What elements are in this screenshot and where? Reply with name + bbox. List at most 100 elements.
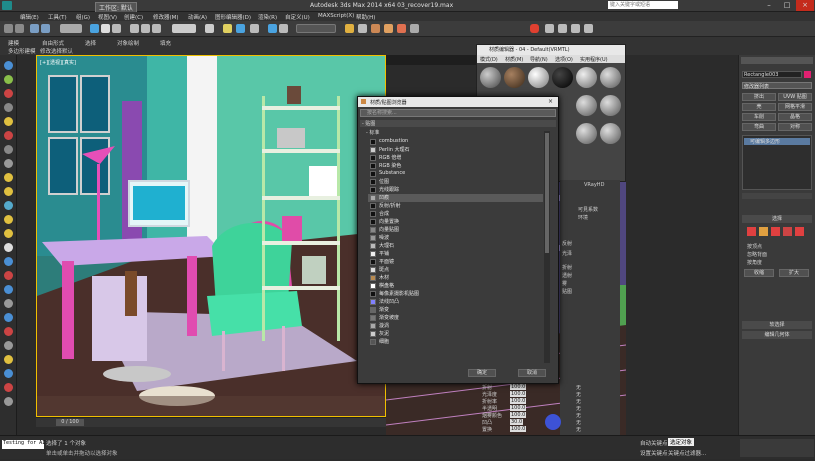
- list-item[interactable]: 斑点: [368, 266, 543, 274]
- viewport-label[interactable]: [+][透视][真实]: [40, 59, 76, 66]
- undo-icon[interactable]: [4, 24, 13, 33]
- ribbon-tab-selection[interactable]: 选择: [85, 39, 96, 47]
- list-item[interactable]: Substance: [368, 170, 543, 178]
- list-item[interactable]: 细胞: [368, 338, 543, 346]
- edit-geometry-rollout[interactable]: 编辑几何体: [742, 331, 812, 339]
- unlink-icon[interactable]: [41, 24, 50, 33]
- material-slot-10[interactable]: [600, 123, 621, 144]
- lamp-icon[interactable]: [4, 173, 13, 182]
- list-item[interactable]: 向量贴图: [368, 226, 543, 234]
- sphere-icon[interactable]: [4, 75, 13, 84]
- by-angle-checkbox[interactable]: 按角度: [747, 259, 762, 266]
- render-setup-icon[interactable]: [384, 24, 393, 33]
- ok-button[interactable]: 确定: [468, 369, 496, 377]
- menu-animation[interactable]: 动画(A): [188, 13, 207, 21]
- curve-editor-icon[interactable]: [345, 24, 354, 33]
- percent-snap-icon[interactable]: [250, 24, 259, 33]
- globe-icon[interactable]: [4, 257, 13, 266]
- material-slot-5[interactable]: [576, 67, 597, 88]
- maximize-button[interactable]: □: [778, 0, 796, 11]
- search-input[interactable]: 键入关键字或短语: [608, 1, 678, 9]
- star-icon[interactable]: [4, 355, 13, 364]
- modifier-meshsmooth-button[interactable]: 网格平滑: [778, 103, 812, 111]
- view-icon[interactable]: [4, 61, 13, 70]
- section-maps[interactable]: - 贴图: [360, 120, 556, 127]
- shrink-button[interactable]: 收缩: [744, 269, 774, 277]
- mat-menu-material[interactable]: 材质(M): [505, 56, 523, 63]
- browser-close-button[interactable]: ×: [548, 98, 553, 105]
- menu-group[interactable]: 组(G): [76, 13, 90, 21]
- ribbon-tab-freeform[interactable]: 自由形式: [42, 39, 64, 47]
- list-item[interactable]: 平面镜: [368, 258, 543, 266]
- list-item[interactable]: 反射/折射: [368, 202, 543, 210]
- mat-menu-navigation[interactable]: 导航(N): [530, 56, 548, 63]
- material-slot-3[interactable]: [528, 67, 549, 88]
- pin-icon[interactable]: [4, 89, 13, 98]
- sun-icon[interactable]: [4, 215, 13, 224]
- reference-coord-dropdown[interactable]: [172, 24, 196, 33]
- object-color-swatch[interactable]: [804, 71, 811, 78]
- target-icon[interactable]: [4, 327, 13, 336]
- close-button[interactable]: ×: [796, 0, 814, 11]
- list-item[interactable]: 法线凹凸: [368, 298, 543, 306]
- key-filters-button[interactable]: 关键点过滤器...: [668, 449, 706, 457]
- list-item[interactable]: RGB 染色: [368, 162, 543, 170]
- pivot-icon[interactable]: [205, 24, 214, 33]
- fog-icon[interactable]: [4, 313, 13, 322]
- list-item[interactable]: 每像素摄影机贴图: [368, 290, 543, 298]
- drop-icon[interactable]: [4, 369, 13, 378]
- node-icon[interactable]: [4, 103, 13, 112]
- gear-icon[interactable]: [4, 397, 13, 406]
- particle-icon[interactable]: [4, 299, 13, 308]
- browser-search-input[interactable]: 按名称搜索...: [360, 109, 556, 117]
- ribbon-polygon-modeling[interactable]: 多边形建模: [8, 47, 36, 55]
- material-slot-2[interactable]: [504, 67, 525, 88]
- mat-menu-mode[interactable]: 模式(D): [480, 56, 498, 63]
- list-item[interactable]: Perlin 大理石: [368, 146, 543, 154]
- align-icon[interactable]: [279, 24, 288, 33]
- scale-icon[interactable]: [152, 24, 161, 33]
- list-item[interactable]: 渐变坡度: [368, 314, 543, 322]
- list-item[interactable]: RGB 倍增: [368, 154, 543, 162]
- ribbon-modify-selection[interactable]: 修改选择: [40, 47, 62, 55]
- by-vertex-checkbox[interactable]: 按顶点: [747, 243, 762, 250]
- schematic-view-icon[interactable]: [358, 24, 367, 33]
- modifier-lattice-button[interactable]: 晶格: [778, 113, 812, 121]
- grow-button[interactable]: 扩大: [779, 269, 809, 277]
- rect-selection-icon[interactable]: [112, 24, 121, 33]
- modifier-lathe-button[interactable]: 车削: [742, 113, 776, 121]
- menu-tools[interactable]: 工具(T): [48, 13, 67, 21]
- app-s-icon[interactable]: [530, 24, 539, 33]
- object-name-field[interactable]: Rectangle003: [742, 71, 802, 78]
- menu-maxscript[interactable]: MAXScript(X): [318, 13, 354, 19]
- cancel-button[interactable]: 取消: [518, 369, 546, 377]
- helper-icon[interactable]: [4, 187, 13, 196]
- render-icon[interactable]: [410, 24, 419, 33]
- light-icon[interactable]: [4, 117, 13, 126]
- wrench-icon[interactable]: [4, 341, 13, 350]
- shirt-icon[interactable]: [558, 24, 567, 33]
- set-key-label[interactable]: 设置关键点: [640, 449, 668, 457]
- camera-icon[interactable]: [4, 159, 13, 168]
- move-icon[interactable]: [130, 24, 139, 33]
- list-item[interactable]: 光线跟踪: [368, 186, 543, 194]
- list-item[interactable]: 平铺: [368, 250, 543, 258]
- list-item[interactable]: combustion: [368, 138, 543, 146]
- settings-icon[interactable]: [584, 24, 593, 33]
- stack-toolbar[interactable]: [742, 193, 812, 199]
- soft-selection-rollout[interactable]: 软选择: [742, 321, 812, 329]
- material-slot-6[interactable]: [600, 67, 621, 88]
- material-slot-8[interactable]: [600, 95, 621, 116]
- browser-scrollbar[interactable]: [544, 131, 550, 363]
- time-slider[interactable]: 0 / 100: [36, 417, 386, 427]
- ribbon-tab-object-paint[interactable]: 对象绘制: [117, 39, 139, 47]
- menu-rendering[interactable]: 渲染(R): [258, 13, 277, 21]
- list-item[interactable]: 合成: [368, 210, 543, 218]
- tag-icon[interactable]: [4, 271, 13, 280]
- modifier-symmetry-button[interactable]: 对称: [778, 123, 812, 131]
- list-item[interactable]: 噪波: [368, 234, 543, 242]
- modifier-list-dropdown[interactable]: 修改器列表: [742, 82, 812, 90]
- keyboard-icon[interactable]: [545, 24, 554, 33]
- menu-graph-editors[interactable]: 图形编辑器(D): [215, 13, 251, 21]
- link-icon[interactable]: [30, 24, 39, 33]
